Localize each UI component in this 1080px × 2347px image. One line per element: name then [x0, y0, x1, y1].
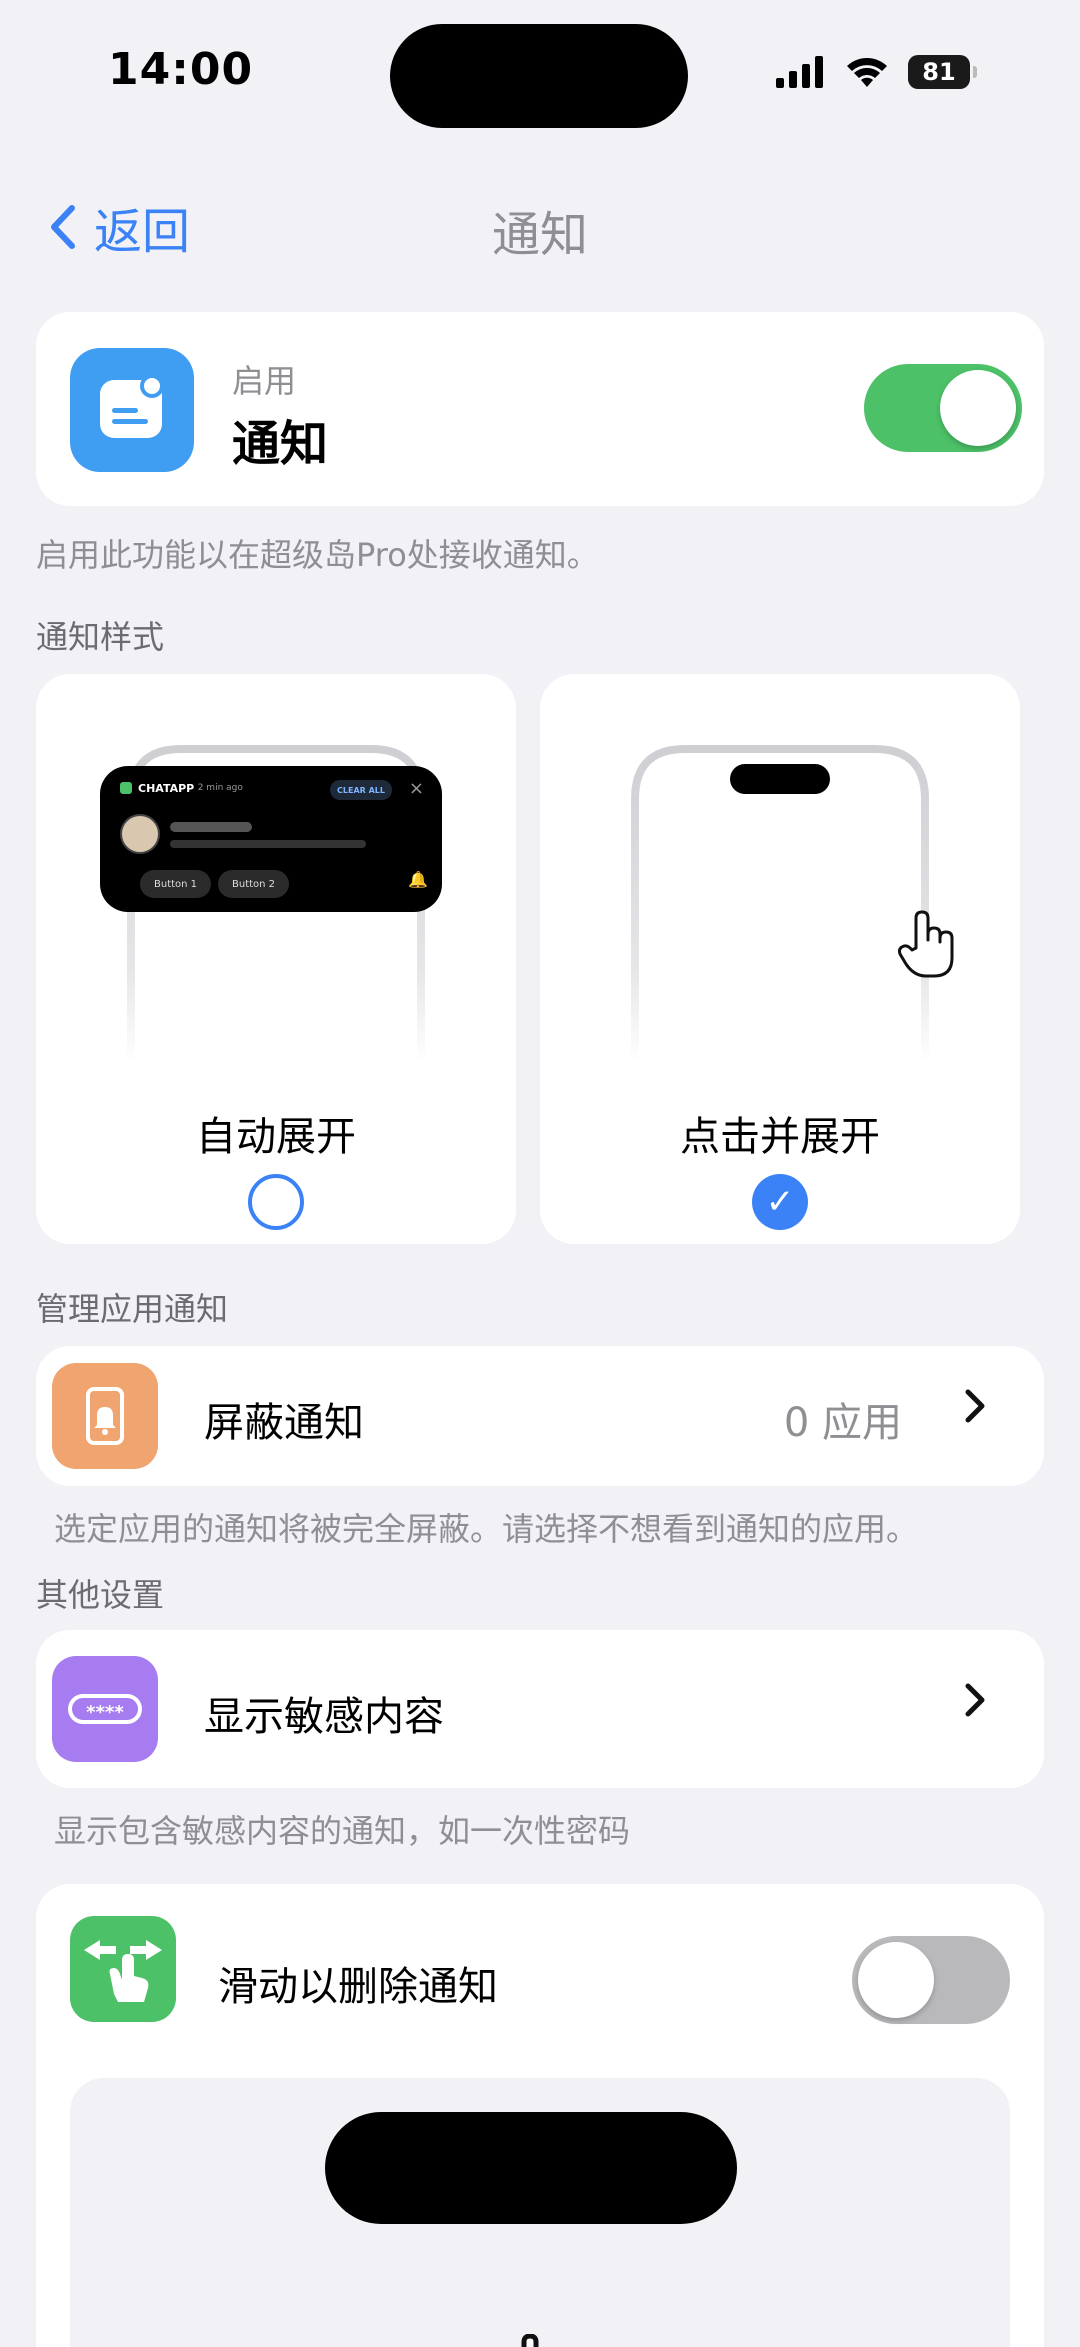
toggle-knob: [858, 1942, 934, 2018]
style-option-auto-expand[interactable]: CHATAPP · 2 min ago CLEAR ALL × Button 1…: [36, 674, 516, 1244]
option-label-auto-expand: 自动展开: [196, 1114, 356, 1160]
dynamic-island: [390, 24, 688, 128]
show-sensitive-content-row[interactable]: **** 显示敏感内容: [36, 1630, 1044, 1788]
sensitive-content-icon: ****: [52, 1656, 158, 1762]
enable-title: 通知: [232, 416, 329, 472]
swipe-preview-area: [70, 2078, 1010, 2347]
page-title: 通知: [491, 207, 588, 263]
enable-hint: 启用此功能以在超级岛Pro处接收通知。: [36, 536, 599, 574]
swipe-gesture-icon: [84, 1940, 162, 2002]
chevron-right-icon: [964, 1680, 986, 1730]
swipe-delete-title: 滑动以删除通知: [218, 1964, 498, 2010]
phone-outline-icon: [631, 745, 929, 1064]
radio-auto-expand[interactable]: [248, 1174, 304, 1230]
enable-notifications-toggle[interactable]: [864, 364, 1022, 452]
chevron-right-icon: [964, 1386, 986, 1436]
notification-preview: CHATAPP · 2 min ago CLEAR ALL × Button 1…: [100, 766, 442, 912]
hand-pointer-icon: [521, 2334, 539, 2347]
block-notifications-hint: 选定应用的通知将被完全屏蔽。请选择不想看到通知的应用。: [54, 1510, 919, 1548]
style-option-tap-expand[interactable]: 点击并展开 ✓: [540, 674, 1020, 1244]
swipe-delete-toggle[interactable]: [852, 1936, 1010, 2024]
preview-clear-all: CLEAR ALL: [330, 780, 392, 800]
phone-bell-icon: [86, 1387, 124, 1445]
preview-body-placeholder: [170, 840, 366, 848]
preview-island: [325, 2112, 737, 2224]
hand-pointer-icon: [898, 910, 954, 978]
password-icon: ****: [68, 1694, 142, 1724]
swipe-delete-card: 滑动以删除通知: [36, 1884, 1044, 2347]
chat-app-icon: [120, 782, 132, 794]
status-time: 14:00: [108, 44, 254, 95]
wifi-icon: [847, 58, 887, 87]
preview-time: · 2 min ago: [192, 783, 243, 793]
svg-text:****: ****: [86, 1702, 124, 1723]
enable-subtitle: 启用: [232, 362, 297, 400]
preview-button-1: Button 1: [140, 870, 212, 898]
app-icon: [70, 348, 194, 472]
sensitive-content-title: 显示敏感内容: [204, 1694, 444, 1740]
swipe-delete-icon: [70, 1916, 176, 2022]
preview-title-placeholder: [170, 822, 252, 832]
manage-notifications-label: 管理应用通知: [36, 1290, 229, 1328]
other-settings-label: 其他设置: [36, 1576, 165, 1614]
block-notifications-title: 屏蔽通知: [204, 1400, 364, 1446]
bell-icon: 🔔: [408, 870, 428, 889]
status-icons: 81: [776, 52, 977, 92]
preview-button-2: Button 2: [218, 870, 290, 898]
battery-indicator: 81: [908, 55, 977, 89]
close-icon: ×: [408, 778, 424, 799]
block-notifications-row[interactable]: 屏蔽通知 0 应用: [36, 1346, 1044, 1486]
notification-app-icon: [100, 374, 164, 438]
sensitive-content-hint: 显示包含敏感内容的通知，如一次性密码: [54, 1812, 631, 1850]
option-label-tap-expand: 点击并展开: [680, 1114, 880, 1160]
block-notifications-icon: [52, 1363, 158, 1469]
cellular-signal-icon: [776, 56, 823, 88]
toggle-knob: [940, 370, 1016, 446]
radio-tap-expand[interactable]: ✓: [752, 1174, 808, 1230]
notification-style-label: 通知样式: [36, 618, 165, 656]
blocked-apps-count: 0 应用: [783, 1400, 902, 1446]
checkmark-icon: ✓: [765, 1182, 795, 1222]
avatar: [120, 814, 160, 854]
enable-notifications-card: 启用 通知: [36, 312, 1044, 506]
preview-app-name: CHATAPP: [138, 782, 195, 795]
